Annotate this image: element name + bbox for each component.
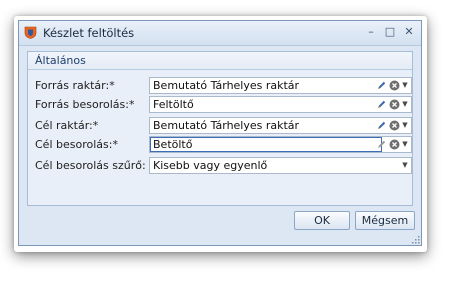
- source-warehouse-value: Bemutató Tárhelyes raktár: [153, 79, 300, 92]
- chevron-down-icon[interactable]: ▼: [401, 137, 409, 152]
- target-category-filter-label: Cél besorolás szűrő:: [35, 159, 146, 172]
- chevron-down-icon[interactable]: ▼: [401, 158, 409, 173]
- focused-text-input[interactable]: Betöltő: [150, 137, 382, 152]
- source-warehouse-label: Forrás raktár:*: [35, 79, 115, 92]
- target-category-filter-select[interactable]: Kisebb vagy egyenlő ▼: [149, 157, 412, 174]
- group-title: Általános: [35, 54, 86, 67]
- clear-icon[interactable]: [389, 99, 400, 110]
- clear-icon[interactable]: [389, 80, 400, 91]
- target-category-value: Betöltő: [153, 138, 193, 151]
- close-button[interactable]: ✕: [402, 25, 416, 39]
- source-category-label: Forrás besorolás:*: [35, 98, 135, 111]
- app-logo-icon: [24, 26, 37, 39]
- cancel-button[interactable]: Mégsem: [355, 211, 415, 230]
- ok-button[interactable]: OK: [294, 211, 350, 230]
- target-category-filter-value: Kisebb vagy egyenlő: [153, 159, 268, 172]
- dialog-window: Készlet feltöltés – □ ✕ Általános Forrás…: [18, 20, 422, 246]
- minimize-button[interactable]: –: [364, 25, 378, 39]
- general-group: Általános Forrás raktár:* Bemutató Tárhe…: [27, 51, 413, 206]
- target-category-field[interactable]: Betöltő ▼: [149, 136, 412, 153]
- source-category-value: Feltöltő: [153, 98, 194, 111]
- clear-icon[interactable]: [389, 120, 400, 131]
- chevron-down-icon[interactable]: ▼: [401, 118, 409, 133]
- target-warehouse-label: Cél raktár:*: [35, 119, 99, 132]
- title-bar[interactable]: Készlet feltöltés – □ ✕: [19, 21, 421, 46]
- source-warehouse-field[interactable]: Bemutató Tárhelyes raktár ▼: [149, 77, 412, 94]
- target-warehouse-field[interactable]: Bemutató Tárhelyes raktár ▼: [149, 117, 412, 134]
- edit-pencil-icon[interactable]: [376, 139, 387, 150]
- edit-pencil-icon[interactable]: [376, 80, 387, 91]
- maximize-button[interactable]: □: [383, 25, 397, 39]
- clear-icon[interactable]: [389, 139, 400, 150]
- group-header: Általános: [28, 52, 412, 70]
- edit-pencil-icon[interactable]: [376, 99, 387, 110]
- target-warehouse-value: Bemutató Tárhelyes raktár: [153, 119, 300, 132]
- target-category-label: Cél besorolás:*: [35, 138, 118, 151]
- chevron-down-icon[interactable]: ▼: [401, 97, 409, 112]
- source-category-field[interactable]: Feltöltő ▼: [149, 96, 412, 113]
- window-title: Készlet feltöltés: [43, 26, 135, 40]
- chevron-down-icon[interactable]: ▼: [401, 78, 409, 93]
- resize-grip-icon[interactable]: [411, 235, 420, 244]
- edit-pencil-icon[interactable]: [376, 120, 387, 131]
